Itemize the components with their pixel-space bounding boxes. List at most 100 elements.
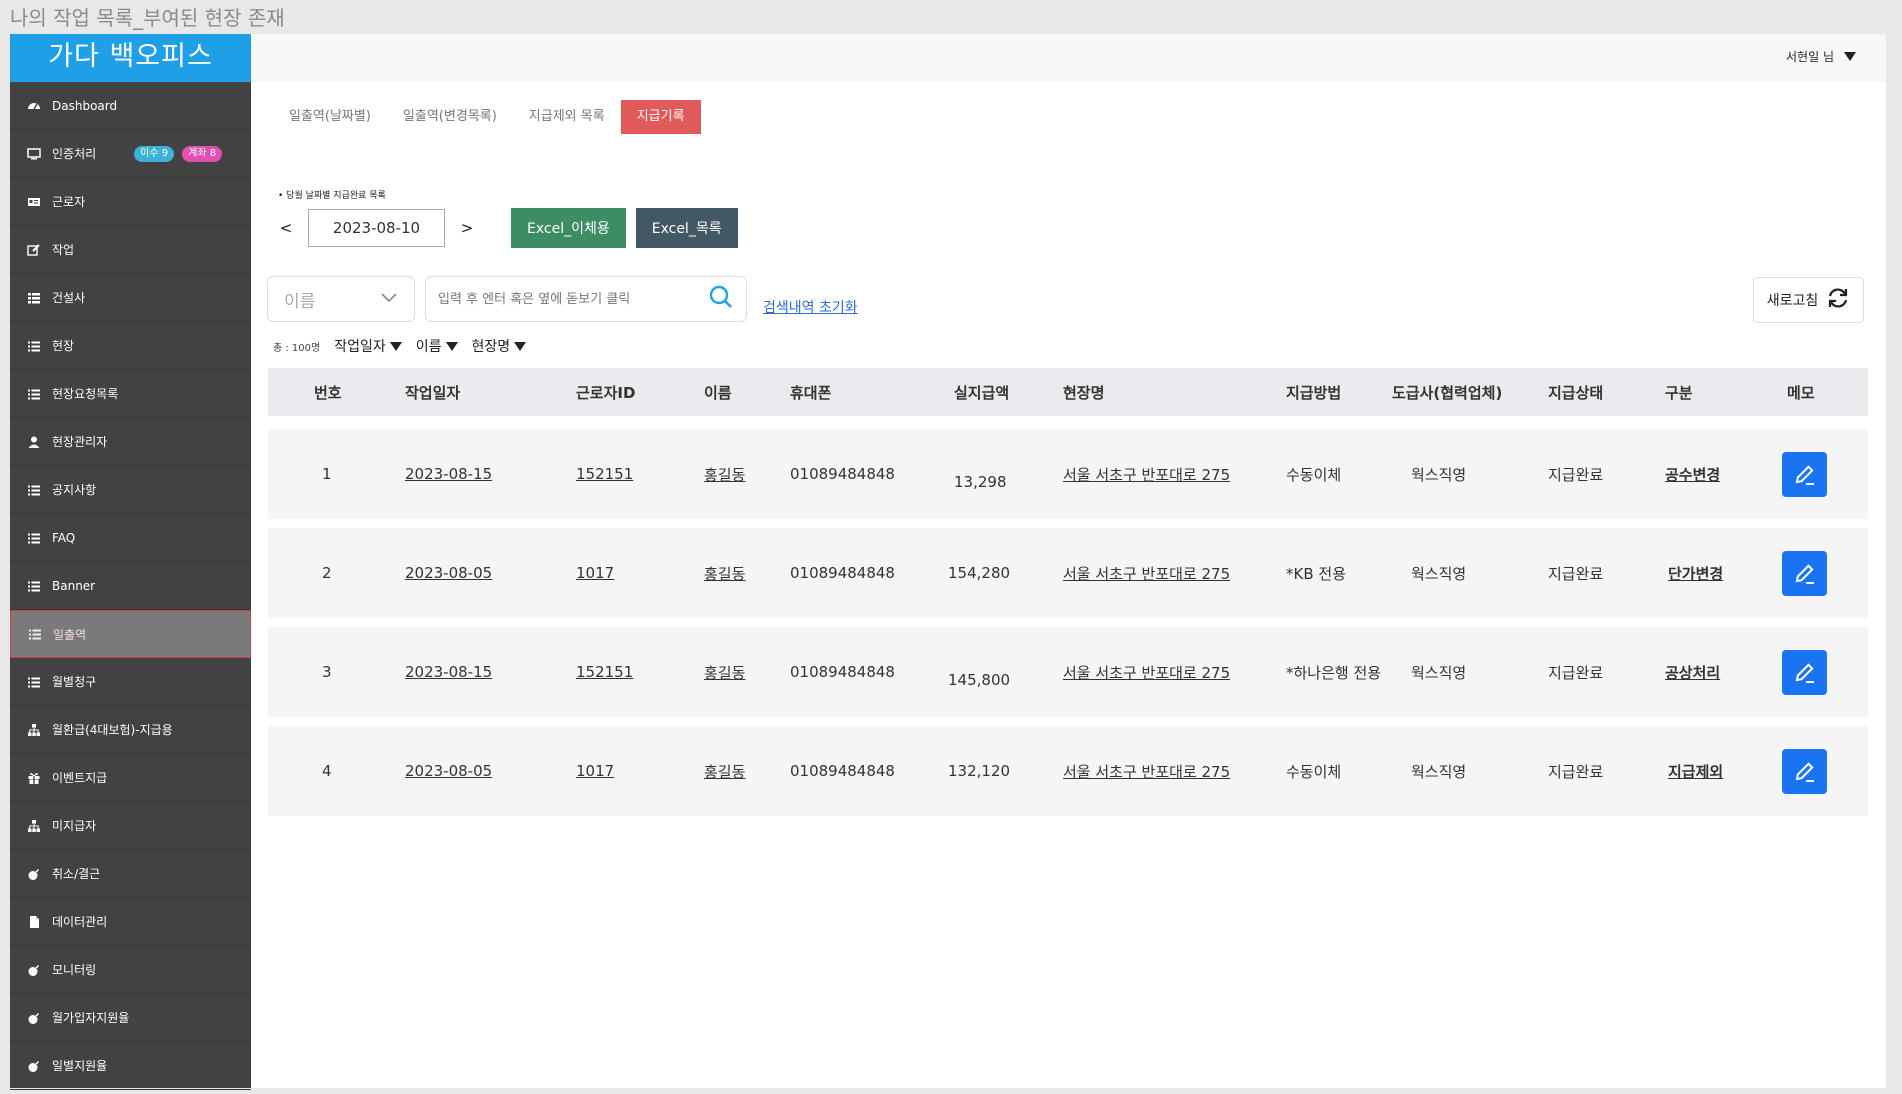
sidebar-item-workers[interactable]: 근로자: [10, 178, 251, 226]
list-note: • 당월 날짜별 지급완료 목록: [278, 191, 386, 201]
total-count: 총 : 100명: [273, 342, 321, 354]
sidebar-item-label: 이벤트지급: [52, 771, 108, 785]
memo-edit-button[interactable]: [1782, 649, 1827, 695]
search-input[interactable]: [438, 291, 708, 307]
sidebar-item-jobs[interactable]: 작업: [10, 226, 251, 274]
row-site-link[interactable]: 서울 서초구 반포대로 275: [1063, 726, 1230, 816]
memo-edit-button[interactable]: [1782, 748, 1827, 794]
tab-bar: 일출역(날짜별) 일출역(변경목록) 지급제외 목록 지급기록: [273, 100, 701, 134]
sidebar-item-label: 현장: [52, 339, 75, 353]
sidebar-item-monthly-billing[interactable]: 월별청구: [10, 658, 251, 706]
sidebar-item-builders[interactable]: 건설사: [10, 274, 251, 322]
sidebar-item-daily-support-rate[interactable]: 일별지원율: [10, 1042, 251, 1090]
row-method: 수동이체: [1286, 465, 1342, 484]
excel-list-button[interactable]: Excel_목록: [635, 208, 738, 248]
col-name: 이름: [704, 383, 732, 402]
sort-caret-icon: [514, 341, 527, 351]
row-name-link[interactable]: 홍길동: [704, 429, 745, 519]
row-contractor: 웍스직영: [1411, 564, 1467, 583]
sidebar-item-monthly-signup-rate[interactable]: 월가입자지원율: [10, 994, 251, 1042]
row-status: 지급완료: [1548, 663, 1604, 682]
sidebar-item-site-managers[interactable]: 현장관리자: [10, 418, 251, 466]
sidebar-item-notices[interactable]: 공지사항: [10, 466, 251, 514]
col-no: 번호: [314, 383, 342, 402]
user-menu[interactable]: 서현일 님: [1786, 48, 1856, 65]
sidebar-item-monthly-refund[interactable]: 월환급(4대보험)-지급용: [10, 706, 251, 754]
refresh-button[interactable]: 새로고침: [1753, 277, 1864, 323]
sidebar-item-dashboard[interactable]: Dashboard: [10, 82, 251, 130]
row-name-link[interactable]: 홍길동: [704, 528, 745, 618]
memo-edit-button[interactable]: [1782, 550, 1827, 596]
col-amount: 실지급액: [954, 383, 1010, 402]
row-kind-link[interactable]: 단가변경: [1668, 528, 1723, 618]
row-site-link[interactable]: 서울 서초구 반포대로 275: [1063, 429, 1230, 519]
row-kind-link[interactable]: 지급제외: [1668, 726, 1723, 816]
row-date-link[interactable]: 2023-08-15: [405, 429, 492, 519]
row-memo: [1782, 528, 1827, 618]
sort-by-site[interactable]: 현장명: [472, 336, 527, 356]
sidebar-item-site-requests[interactable]: 현장요청목록: [10, 370, 251, 418]
row-worker-id-link[interactable]: 152151: [576, 627, 633, 717]
row-kind-link[interactable]: 공수변경: [1665, 429, 1720, 519]
search-icon[interactable]: [708, 284, 734, 314]
pencil-icon: [1795, 663, 1814, 683]
row-date-link[interactable]: 2023-08-05: [405, 726, 492, 816]
row-name-link[interactable]: 홍길동: [704, 726, 745, 816]
row-memo: [1782, 726, 1827, 816]
sidebar-item-monitoring[interactable]: 모니터링: [10, 946, 251, 994]
sidebar-item-faq[interactable]: FAQ: [10, 514, 251, 562]
row-kind-link[interactable]: 공상처리: [1665, 627, 1720, 717]
row-worker-id-link[interactable]: 1017: [576, 726, 614, 816]
tab-daily-changes[interactable]: 일출역(변경목록): [387, 100, 513, 134]
sidebar-item-label: 근로자: [52, 195, 86, 209]
file-icon: [26, 914, 42, 930]
frame-title: 나의 작업 목록_부여된 현장 존재: [10, 6, 285, 30]
row-date-link[interactable]: 2023-08-15: [405, 627, 492, 717]
bomb-icon: [26, 962, 42, 978]
sidebar-item-data-management[interactable]: 데이터관리: [10, 898, 251, 946]
sidebar-item-sites[interactable]: 현장: [10, 322, 251, 370]
sort-by-date[interactable]: 작업일자: [334, 336, 402, 356]
sidebar-item-unpaid[interactable]: 미지급자: [10, 802, 251, 850]
row-site-link[interactable]: 서울 서초구 반포대로 275: [1063, 627, 1230, 717]
row-worker-id-link[interactable]: 1017: [576, 528, 614, 618]
memo-edit-button[interactable]: [1782, 451, 1827, 497]
next-date-button[interactable]: >: [457, 219, 477, 237]
tab-excluded-list[interactable]: 지급제외 목록: [513, 100, 621, 134]
sidebar-item-label: 미지급자: [52, 819, 97, 833]
date-input[interactable]: [308, 209, 445, 247]
sidebar-item-daily-payout[interactable]: 일출역: [10, 610, 251, 658]
bomb-icon: [26, 1010, 42, 1026]
excel-transfer-button[interactable]: Excel_이체용: [511, 208, 626, 248]
col-status: 지급상태: [1548, 383, 1604, 402]
col-worker-id: 근로자ID: [576, 383, 636, 402]
sidebar-item-auth[interactable]: 인증처리 이수 9 계좌 8: [10, 130, 251, 178]
search-field-select[interactable]: 이름: [267, 276, 415, 322]
sort-by-name[interactable]: 이름: [416, 336, 458, 356]
brand-logo[interactable]: 가다 백오피스: [10, 34, 251, 82]
list-icon: [26, 578, 42, 594]
sidebar-item-banner[interactable]: Banner: [10, 562, 251, 610]
row-date-link[interactable]: 2023-08-05: [405, 528, 492, 618]
sidebar-item-cancel-absence[interactable]: 취소/결근: [10, 850, 251, 898]
sidebar-item-label: 작업: [52, 243, 75, 257]
tab-daily-by-date[interactable]: 일출역(날짜별): [273, 100, 387, 134]
table-row: 2 2023-08-05 1017 홍길동 01089484848 154,28…: [268, 528, 1868, 618]
tab-payment-records[interactable]: 지급기록: [620, 100, 701, 134]
row-amount: 154,280: [948, 564, 1011, 582]
row-name-link[interactable]: 홍길동: [704, 627, 745, 717]
id-card-icon: [26, 194, 42, 210]
prev-date-button[interactable]: <: [276, 219, 296, 237]
badge-training: 이수 9: [134, 145, 175, 162]
bomb-icon: [26, 1058, 42, 1074]
row-worker-id-link[interactable]: 152151: [576, 429, 633, 519]
row-site-link[interactable]: 서울 서초구 반포대로 275: [1063, 528, 1230, 618]
row-phone: 01089484848: [790, 663, 895, 681]
sidebar-item-event-payout[interactable]: 이벤트지급: [10, 754, 251, 802]
reset-search-link[interactable]: 검색내역 초기화: [763, 297, 858, 317]
row-memo: [1782, 627, 1827, 717]
sort-caret-icon: [445, 341, 458, 351]
gift-icon: [26, 770, 42, 786]
grid-list-icon: [26, 290, 42, 306]
list-icon: [26, 530, 42, 546]
